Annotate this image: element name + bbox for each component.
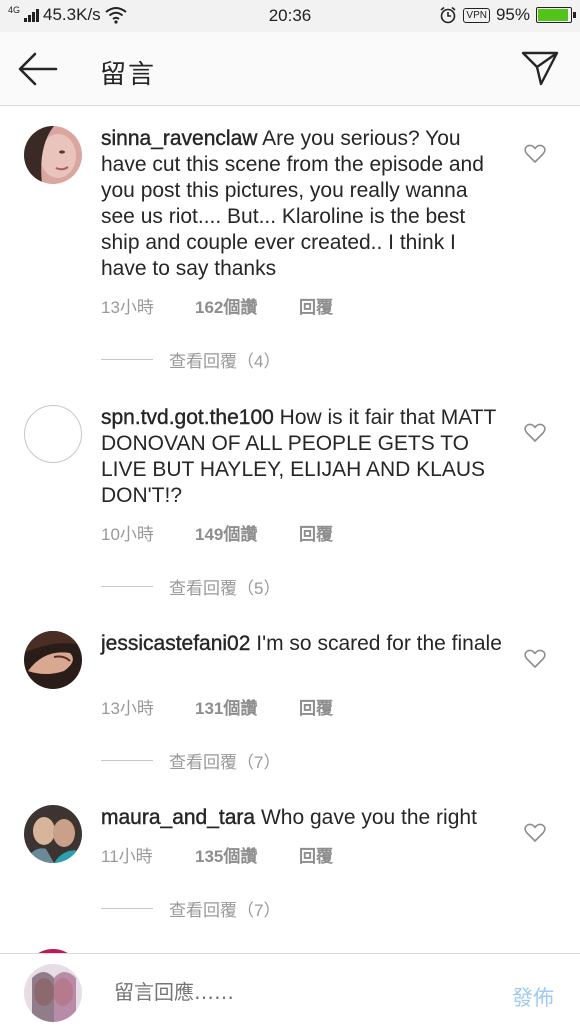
comment-meta: 13小時 131個讚 回覆 [101, 694, 333, 719]
comment-body: maura_and_tara Who gave you the right [101, 805, 506, 831]
heart-icon[interactable] [524, 144, 546, 164]
heart-icon[interactable] [524, 823, 546, 843]
avatar[interactable] [24, 126, 82, 184]
comment-time: 10小時 [101, 525, 154, 544]
comment-meta: 13小時 162個讚 回覆 [101, 293, 333, 318]
status-bar: 4G 45.3K/s 20:36 VPN 95% [0, 0, 580, 32]
view-replies-button[interactable]: 查看回覆（7） [101, 896, 280, 921]
back-arrow-icon[interactable] [18, 51, 58, 87]
divider-line [101, 760, 153, 761]
comment-text: I'm so scared for the finale [256, 632, 502, 655]
alarm-icon [440, 6, 456, 24]
comment-body: sinna_ravenclaw Are you serious? You hav… [101, 126, 506, 282]
view-replies-button[interactable]: 查看回覆（7） [101, 748, 280, 773]
reply-button[interactable]: 回覆 [299, 842, 333, 867]
comment-meta: 11小時 135個讚 回覆 [101, 842, 333, 867]
comment-composer: 發佈 [0, 953, 580, 1031]
comment-time: 13小時 [101, 699, 154, 718]
heart-icon[interactable] [524, 423, 546, 443]
page-title: 留言 [100, 60, 157, 90]
comment-username[interactable]: sinna_ravenclaw [101, 127, 258, 150]
reply-button[interactable]: 回覆 [299, 694, 333, 719]
current-user-avatar [24, 964, 82, 1022]
view-replies-label: 查看回覆（4） [169, 352, 281, 371]
app-header: 留言 [0, 32, 580, 106]
avatar[interactable] [24, 631, 82, 689]
view-replies-label: 查看回覆（5） [169, 579, 281, 598]
divider-line [101, 359, 153, 360]
battery-icon [536, 7, 576, 23]
reply-button[interactable]: 回覆 [299, 520, 333, 545]
comment-time: 13小時 [101, 298, 154, 317]
comment-username[interactable]: jessicastefani02 [101, 632, 251, 655]
comment-meta: 10小時 149個讚 回覆 [101, 520, 333, 545]
comment-likes[interactable]: 149個讚 [195, 520, 299, 545]
divider-line [101, 908, 153, 909]
status-right: VPN 95% [439, 5, 576, 25]
heart-icon[interactable] [524, 649, 546, 669]
direct-send-icon[interactable] [520, 48, 560, 88]
comment-likes[interactable]: 162個讚 [195, 293, 299, 318]
comment-input[interactable] [114, 980, 474, 1004]
comment-username[interactable]: spn.tvd.got.the100 [101, 406, 274, 429]
avatar[interactable] [24, 805, 82, 863]
view-replies-label: 查看回覆（7） [169, 901, 281, 920]
post-button[interactable]: 發佈 [512, 982, 554, 1012]
battery-percent: 95% [495, 5, 530, 24]
view-replies-label: 查看回覆（7） [169, 753, 281, 772]
comment-body: jessicastefani02 I'm so scared for the f… [101, 631, 506, 657]
comment-time: 11小時 [101, 847, 153, 866]
comment-likes[interactable]: 131個讚 [195, 694, 299, 719]
comment-username[interactable]: maura_and_tara [101, 806, 256, 829]
divider-line [101, 586, 153, 587]
comment-likes[interactable]: 135個讚 [195, 842, 299, 867]
vpn-badge: VPN [463, 7, 490, 23]
avatar[interactable] [24, 405, 82, 463]
comment-text: Who gave you the right [260, 806, 477, 829]
view-replies-button[interactable]: 查看回覆（4） [101, 347, 280, 372]
view-replies-button[interactable]: 查看回覆（5） [101, 574, 280, 599]
comment-body: spn.tvd.got.the100 How is it fair that M… [101, 405, 506, 509]
comments-list[interactable]: sinna_ravenclaw Are you serious? You hav… [0, 107, 580, 953]
reply-button[interactable]: 回覆 [299, 293, 333, 318]
